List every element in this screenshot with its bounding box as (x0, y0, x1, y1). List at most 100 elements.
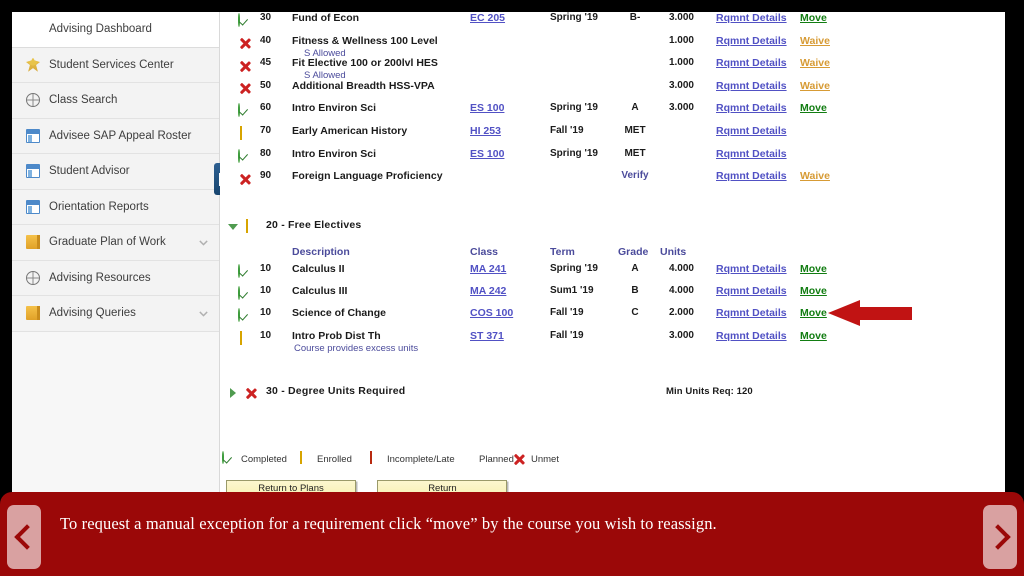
collapse-triangle-icon[interactable] (228, 224, 238, 230)
row-sequence: 90 (260, 170, 272, 182)
row-units: 3.000 (668, 329, 694, 341)
globe-icon (26, 270, 40, 285)
class-link[interactable]: MA 242 (470, 285, 506, 297)
sidebar-item-advising-resources[interactable]: Advising Resources (12, 260, 219, 296)
class-link[interactable]: HI 253 (470, 125, 501, 137)
row-sequence: 80 (260, 147, 272, 159)
legend-item: Planned (460, 452, 514, 466)
previous-slide-button[interactable] (7, 505, 41, 569)
waive-link[interactable]: Waive (800, 80, 830, 92)
chevron-left-icon (13, 524, 40, 550)
legend-label: Completed (241, 453, 287, 465)
person-star-icon (26, 57, 40, 72)
column-header-class: Class (470, 246, 499, 258)
rqmnt-details-link[interactable]: Rqmnt Details (716, 102, 787, 114)
waive-link[interactable]: Waive (800, 57, 830, 69)
column-header-units: Units (660, 246, 687, 258)
rqmnt-details-link[interactable]: Rqmnt Details (716, 170, 787, 182)
sidebar-item-student-services-center[interactable]: Student Services Center (12, 47, 219, 83)
move-link[interactable]: Move (800, 12, 827, 24)
rqmnt-details-link[interactable]: Rqmnt Details (716, 307, 787, 319)
globe-icon (26, 93, 40, 108)
status-legend: Completed Enrolled Incomplete/Late Plann… (220, 451, 1005, 472)
class-link[interactable]: ES 100 (470, 102, 504, 114)
sidebar-item-advising-dashboard[interactable]: Advising Dashboard (12, 12, 219, 48)
class-link[interactable]: ES 100 (470, 148, 504, 160)
class-link[interactable]: EC 205 (470, 12, 505, 24)
column-header-term: Term (550, 246, 575, 258)
sidebar-item-advisee-sap-appeal-roster[interactable]: Advisee SAP Appeal Roster (12, 118, 219, 154)
sidebar-item-label: Advisee SAP Appeal Roster (49, 129, 192, 142)
next-slide-button[interactable] (983, 505, 1017, 569)
row-term: Spring '19 (550, 12, 598, 23)
rqmnt-details-link[interactable]: Rqmnt Details (716, 12, 787, 24)
rqmnt-details-link[interactable]: Rqmnt Details (716, 263, 787, 275)
class-link[interactable]: COS 100 (470, 307, 513, 319)
row-description: Early American History (292, 125, 408, 137)
table-row: 30 Fund of Econ EC 205 Spring '19 B- 3.000 Rqm… (220, 12, 1005, 35)
class-link[interactable]: MA 241 (470, 263, 506, 275)
class-link[interactable]: ST 371 (470, 330, 504, 342)
chevron-right-icon (984, 524, 1011, 550)
row-grade: MET (624, 147, 646, 159)
row-grade: A (631, 102, 639, 114)
expand-triangle-icon[interactable] (230, 388, 236, 398)
completed-icon (238, 13, 240, 27)
sidebar-item-label: Student Advisor (49, 165, 130, 178)
min-units-required: Min Units Req: 120 (666, 386, 753, 397)
move-link[interactable]: Move (800, 330, 827, 342)
chevron-down-icon[interactable] (198, 237, 209, 248)
move-link[interactable]: Move (800, 307, 827, 319)
section-header-free-electives[interactable]: 20 - Free Electives (220, 218, 1005, 238)
degree-audit-panel: 30 Fund of Econ EC 205 Spring '19 B- 3.000 Rqm… (220, 12, 1005, 498)
legend-item: Completed (222, 451, 287, 466)
row-term: Sum1 '19 (550, 285, 594, 297)
sidebar-item-orientation-reports[interactable]: Orientation Reports (12, 189, 219, 225)
move-link[interactable]: Move (800, 285, 827, 297)
sidebar-item-advising-queries[interactable]: Advising Queries (12, 296, 219, 332)
caption-text: To request a manual exception for a requ… (60, 514, 717, 533)
completed-icon (238, 148, 240, 163)
column-header-description: Description (292, 246, 350, 258)
rqmnt-details-link[interactable]: Rqmnt Details (716, 148, 787, 160)
row-sequence: 60 (260, 102, 272, 114)
completed-icon (238, 264, 240, 278)
move-link[interactable]: Move (800, 263, 827, 275)
row-note: Course provides excess units (294, 342, 419, 354)
sidebar-item-student-advisor[interactable]: Student Advisor (12, 154, 219, 190)
row-units: 3.000 (668, 12, 694, 23)
sidebar-item-graduate-plan-of-work[interactable]: Graduate Plan of Work (12, 225, 219, 261)
rqmnt-details-link[interactable]: Rqmnt Details (716, 330, 787, 342)
row-sequence: 40 (260, 34, 272, 46)
row-term: Spring '19 (550, 102, 598, 114)
section-header-degree-units[interactable]: 30 - Degree Units Required Min Units Req… (220, 384, 1005, 404)
arrow-shaft (857, 307, 912, 320)
rqmnt-details-link[interactable]: Rqmnt Details (716, 285, 787, 297)
table-row: 10 Calculus II MA 241 Spring '19 A 4.000 Rqmnt… (220, 263, 1005, 286)
row-description: Fund of Econ (292, 12, 360, 24)
rqmnt-details-link[interactable]: Rqmnt Details (716, 57, 787, 69)
rqmnt-details-link[interactable]: Rqmnt Details (716, 125, 787, 137)
row-description: Calculus II (292, 263, 345, 275)
row-term: Spring '19 (550, 263, 598, 274)
section-title: 20 - Free Electives (266, 219, 362, 231)
move-link[interactable]: Move (800, 102, 827, 114)
legend-label: Enrolled (317, 453, 352, 465)
sidebar-item-class-search[interactable]: Class Search (12, 83, 219, 119)
enrolled-icon (245, 219, 248, 233)
row-units: 4.000 (668, 263, 694, 274)
row-term: Fall '19 (550, 329, 584, 341)
rqmnt-details-link[interactable]: Rqmnt Details (716, 80, 787, 92)
chevron-down-icon[interactable] (198, 308, 209, 319)
sidebar-item-label: Orientation Reports (49, 200, 149, 213)
completed-icon (238, 286, 240, 301)
arrow-head (828, 300, 860, 326)
rqmnt-details-link[interactable]: Rqmnt Details (716, 35, 787, 47)
legend-item: Enrolled (298, 451, 352, 466)
waive-link[interactable]: Waive (800, 35, 830, 47)
row-term: Fall '19 (550, 307, 584, 319)
enrolled-icon (299, 451, 302, 464)
sidebar-item-label: Class Search (49, 94, 118, 107)
waive-link[interactable]: Waive (800, 170, 830, 182)
row-sequence: 10 (260, 285, 272, 297)
